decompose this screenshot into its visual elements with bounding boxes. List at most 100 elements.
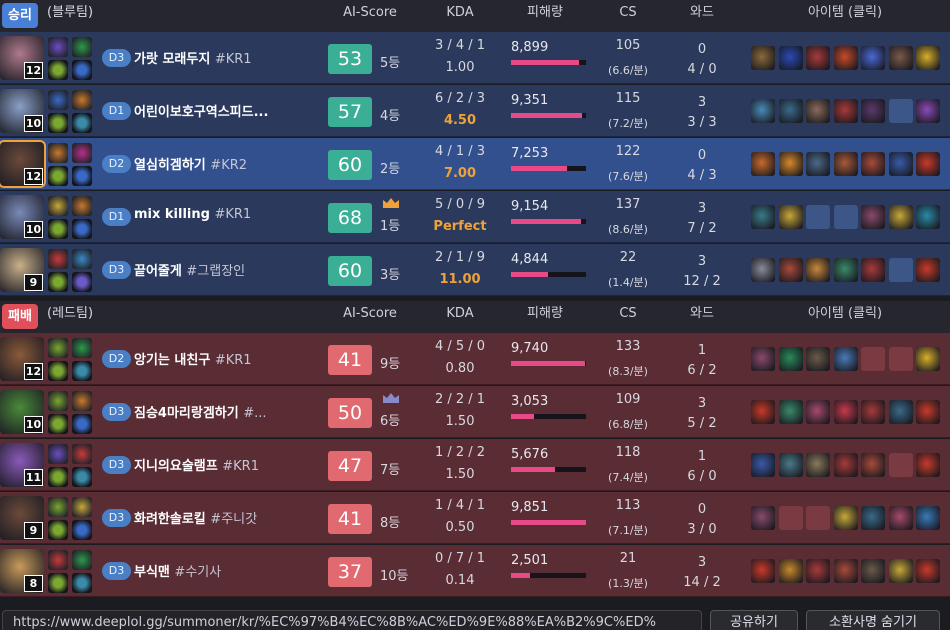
item-icon[interactable] [916,152,940,176]
hide-names-button[interactable]: 소환사명 숨기기 [806,610,940,630]
summoner-spell-icon[interactable] [72,90,92,110]
match-url-field[interactable]: https://www.deeplol.gg/summoner/kr/%EC%9… [2,610,702,630]
summoner-name[interactable]: 가랏 모래두지 #KR1 [134,48,252,67]
rune-icon[interactable] [48,414,68,434]
summoner-spell-icon[interactable] [48,338,68,358]
summoner-spell-icon[interactable] [48,550,68,570]
item-icon[interactable] [861,400,885,424]
item-icon[interactable] [833,46,858,70]
empty-item-slot[interactable] [806,506,830,530]
empty-item-slot[interactable] [888,99,913,123]
summoner-spell-icon[interactable] [72,550,92,570]
share-button[interactable]: 공유하기 [710,610,798,630]
rune-icon[interactable] [48,60,68,80]
summoner-spell-icon[interactable] [48,497,68,517]
player-row[interactable]: 9 D3 끝어줄게 #그랩장인 60 3등 2 / 1 / 9 11.00 4,844 22 (1… [0,244,950,296]
item-icon[interactable] [778,559,803,583]
rune-icon[interactable] [72,219,92,239]
item-icon[interactable] [861,258,885,282]
summoner-spell-icon[interactable] [72,249,92,269]
item-icon[interactable] [778,347,803,371]
rune-icon[interactable] [48,113,68,133]
item-icon[interactable] [916,506,940,530]
item-icon[interactable] [833,99,858,123]
item-icon[interactable] [806,99,830,123]
summoner-spell-icon[interactable] [48,37,68,57]
rune-icon[interactable] [48,272,68,292]
item-icon[interactable] [888,152,913,176]
empty-item-slot[interactable] [888,347,913,371]
summoner-spell-icon[interactable] [48,249,68,269]
summoner-spell-icon[interactable] [72,391,92,411]
rune-icon[interactable] [48,219,68,239]
empty-item-slot[interactable] [833,205,858,229]
item-icon[interactable] [806,46,830,70]
player-row[interactable]: 12 D2 앙기는 내친구 #KR1 41 9등 4 / 5 / 0 0.80 9,740 13… [0,333,950,385]
item-icon[interactable] [861,453,885,477]
item-icon[interactable] [833,400,858,424]
item-icon[interactable] [751,99,775,123]
summoner-spell-icon[interactable] [48,444,68,464]
rune-icon[interactable] [72,166,92,186]
item-icon[interactable] [861,99,885,123]
item-icon[interactable] [806,559,830,583]
item-icon[interactable] [751,400,775,424]
summoner-spell-icon[interactable] [48,391,68,411]
item-icon[interactable] [916,559,940,583]
player-row[interactable]: 10 D3 짐승4마리랑겜하기 #... 50 6등 2 / 2 / 1 1.50 3,053… [0,386,950,438]
summoner-spell-icon[interactable] [48,143,68,163]
item-icon[interactable] [751,347,775,371]
empty-item-slot[interactable] [888,453,913,477]
item-icon[interactable] [916,400,940,424]
rune-icon[interactable] [48,361,68,381]
rune-icon[interactable] [72,414,92,434]
item-icon[interactable] [751,453,775,477]
item-icon[interactable] [778,99,803,123]
player-row[interactable]: 12 D2 열심히겜하기 #KR2 60 2등 4 / 1 / 3 7.00 7,253 122… [0,138,950,190]
item-icon[interactable] [861,152,885,176]
summoner-spell-icon[interactable] [72,338,92,358]
summoner-name[interactable]: 짐승4마리랑겜하기 #... [134,402,267,421]
item-icon[interactable] [861,46,885,70]
player-row[interactable]: 12 D3 가랏 모래두지 #KR1 53 5등 3 / 4 / 1 1.00 8,899 10… [0,32,950,84]
summoner-spell-icon[interactable] [48,196,68,216]
player-row[interactable]: 11 D3 지니의요술램프 #KR1 47 7등 1 / 2 / 2 1.50 5,676 11… [0,439,950,491]
summoner-name[interactable]: 화려한솔로킬 #주니갓 [134,508,257,527]
rune-icon[interactable] [48,467,68,487]
item-icon[interactable] [861,559,885,583]
item-icon[interactable] [888,400,913,424]
rune-icon[interactable] [48,166,68,186]
player-row[interactable]: 10 D1 어린이보호구역스피드... 57 4등 6 / 2 / 3 4.50 9,351… [0,85,950,137]
item-icon[interactable] [778,453,803,477]
item-icon[interactable] [751,205,775,229]
rune-icon[interactable] [72,520,92,540]
summoner-name[interactable]: 열심히겜하기 #KR2 [134,154,247,173]
item-icon[interactable] [916,258,940,282]
item-icon[interactable] [806,152,830,176]
rune-icon[interactable] [72,272,92,292]
summoner-name[interactable]: 지니의요술램프 #KR1 [134,455,259,474]
summoner-spell-icon[interactable] [72,444,92,464]
summoner-name[interactable]: mix killing #KR1 [134,207,251,222]
summoner-spell-icon[interactable] [72,37,92,57]
item-icon[interactable] [778,258,803,282]
empty-item-slot[interactable] [778,506,803,530]
empty-item-slot[interactable] [888,258,913,282]
empty-item-slot[interactable] [806,205,830,229]
summoner-name[interactable]: 부식맨 #수기사 [134,561,221,580]
item-icon[interactable] [833,347,858,371]
item-icon[interactable] [916,46,940,70]
item-icon[interactable] [888,559,913,583]
player-row[interactable]: 9 D3 화려한솔로킬 #주니갓 41 8등 1 / 4 / 1 0.50 9,851 113 (… [0,492,950,544]
item-icon[interactable] [916,453,940,477]
summoner-name[interactable]: 앙기는 내친구 #KR1 [134,349,252,368]
rune-icon[interactable] [72,573,92,593]
rune-icon[interactable] [72,361,92,381]
item-icon[interactable] [833,152,858,176]
item-icon[interactable] [778,205,803,229]
item-icon[interactable] [751,258,775,282]
summoner-name[interactable]: 끝어줄게 #그랩장인 [134,260,245,279]
item-icon[interactable] [888,46,913,70]
rune-icon[interactable] [72,113,92,133]
item-icon[interactable] [916,99,940,123]
